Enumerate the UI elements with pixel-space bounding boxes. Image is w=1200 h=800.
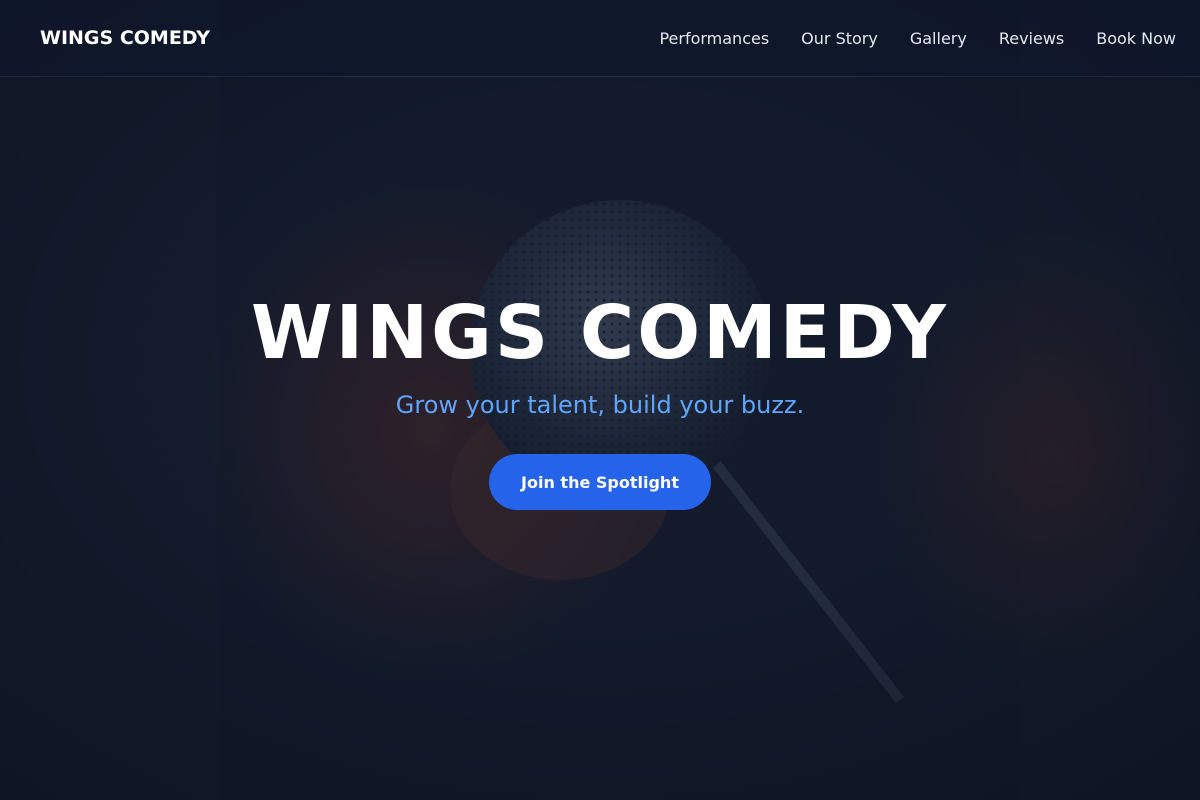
nav-link-gallery[interactable]: Gallery [910, 29, 967, 48]
brand-logo[interactable]: WINGS COMEDY [40, 27, 210, 49]
hero-section: WINGS COMEDY Grow your talent, build you… [0, 0, 1200, 800]
page: WINGS COMEDY Performances Our Story Gall… [0, 0, 1200, 800]
hero-tagline: Grow your talent, build your buzz. [395, 391, 805, 419]
nav-link-reviews[interactable]: Reviews [999, 29, 1064, 48]
nav-link-book-now[interactable]: Book Now [1096, 29, 1176, 48]
join-spotlight-button[interactable]: Join the Spotlight [489, 454, 711, 510]
nav-link-performances[interactable]: Performances [659, 29, 769, 48]
nav-links: Performances Our Story Gallery Reviews B… [659, 29, 1176, 48]
hero-title: WINGS COMEDY [251, 290, 949, 376]
nav-link-our-story[interactable]: Our Story [801, 29, 878, 48]
top-navbar: WINGS COMEDY Performances Our Story Gall… [0, 0, 1200, 77]
